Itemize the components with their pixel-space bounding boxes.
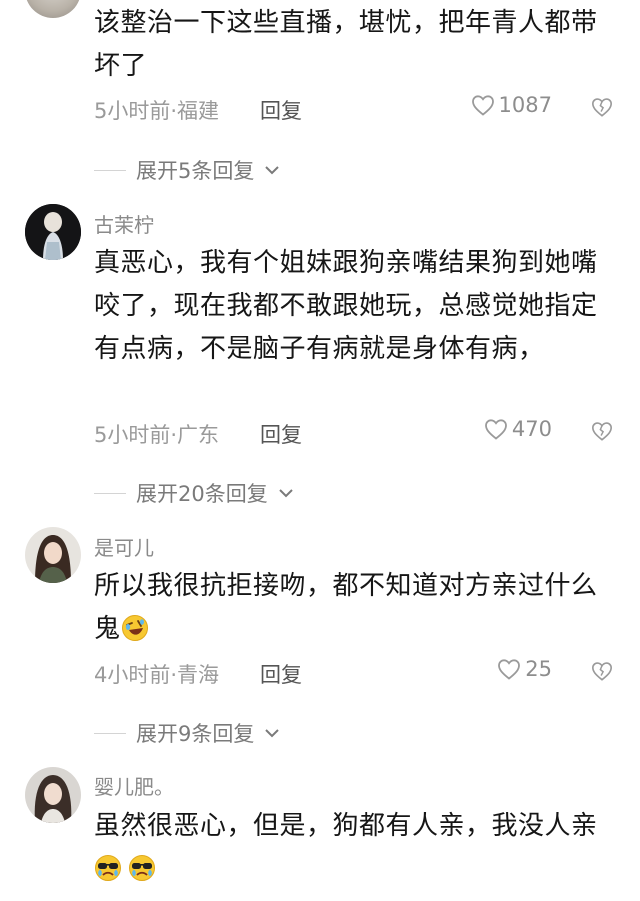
expand-replies-label: 展开20条回复 xyxy=(136,482,268,506)
username[interactable]: 古茉柠 xyxy=(94,209,154,238)
avatar[interactable] xyxy=(25,767,81,823)
comment-text-body: 虽然很恶心，但是，狗都有人亲，我没人亲 xyxy=(94,811,598,841)
comment-time-location: 5小时前·广东 xyxy=(94,423,220,447)
divider xyxy=(94,732,126,734)
like-button[interactable]: 470 xyxy=(484,417,552,441)
comment-item: 该整治一下这些直播，堪忧，把年青人都带坏了 5小时前·福建 回复 1087 展开… xyxy=(0,0,640,185)
heart-outline-icon xyxy=(471,95,494,116)
comment-item: 古茉柠 真恶心，我有个姐妹跟狗亲嘴结果狗到她嘴咬了，现在我都不敢跟她玩，总感觉她… xyxy=(0,200,640,510)
sunglasses-crying-emoji xyxy=(129,855,155,881)
broken-heart-icon[interactable] xyxy=(591,96,613,118)
divider xyxy=(94,492,126,494)
comment-item: 婴儿肥。 虽然很恶心，但是，狗都有人亲，我没人亲 xyxy=(0,765,640,901)
avatar-image xyxy=(25,767,81,823)
comment-text: 该整治一下这些直播，堪忧，把年青人都带坏了 xyxy=(94,8,598,81)
broken-heart-icon[interactable] xyxy=(591,420,613,442)
username[interactable]: 是可儿 xyxy=(94,532,154,561)
divider xyxy=(94,169,126,171)
comment-time-location: 4小时前·青海 xyxy=(94,663,220,687)
comment-text: 虽然很恶心，但是，狗都有人亲，我没人亲 xyxy=(94,805,604,891)
chevron-down-icon xyxy=(279,489,293,498)
comment-item: 是可儿 所以我很抗拒接吻，都不知道对方亲过什么鬼 4小时前·青海 回复 25 展… xyxy=(0,525,640,750)
chevron-down-icon xyxy=(265,729,280,738)
expand-replies-label: 展开9条回复 xyxy=(136,722,255,746)
expand-replies-button[interactable]: 展开20条回复 xyxy=(94,478,294,508)
reply-button[interactable]: 回复 xyxy=(260,659,302,689)
reply-button[interactable]: 回复 xyxy=(260,95,302,125)
chevron-down-icon xyxy=(265,166,280,175)
avatar[interactable] xyxy=(25,0,81,18)
reply-button[interactable]: 回复 xyxy=(260,419,302,449)
like-count: 25 xyxy=(525,657,552,681)
expand-replies-button[interactable]: 展开9条回复 xyxy=(94,718,280,748)
heart-outline-icon xyxy=(498,659,521,680)
avatar-image xyxy=(25,527,81,583)
avatar[interactable] xyxy=(25,527,81,583)
avatar-image xyxy=(25,204,81,260)
like-count: 470 xyxy=(511,417,552,441)
comment-feed: 该整治一下这些直播，堪忧，把年青人都带坏了 5小时前·福建 回复 1087 展开… xyxy=(0,0,640,901)
sunglasses-crying-emoji xyxy=(95,855,121,881)
heart-outline-icon xyxy=(485,419,507,440)
rolling-laughing-emoji xyxy=(121,615,148,641)
avatar[interactable] xyxy=(25,204,81,260)
comment-time-location: 5小时前·福建 xyxy=(94,99,220,123)
expand-replies-label: 展开5条回复 xyxy=(136,159,255,183)
expand-replies-button[interactable]: 展开5条回复 xyxy=(94,155,280,185)
like-button[interactable]: 25 xyxy=(497,657,552,681)
like-count: 1087 xyxy=(498,93,552,117)
like-button[interactable]: 1087 xyxy=(471,93,552,117)
comment-text: 所以我很抗拒接吻，都不知道对方亲过什么鬼 xyxy=(94,565,604,651)
comment-text-body: 所以我很抗拒接吻，都不知道对方亲过什么鬼 xyxy=(94,571,598,644)
comment-text: 真恶心，我有个姐妹跟狗亲嘴结果狗到她嘴咬了，现在我都不敢跟她玩，总感觉她指定有点… xyxy=(94,248,598,364)
broken-heart-icon[interactable] xyxy=(591,660,613,682)
username[interactable]: 婴儿肥。 xyxy=(94,771,174,800)
